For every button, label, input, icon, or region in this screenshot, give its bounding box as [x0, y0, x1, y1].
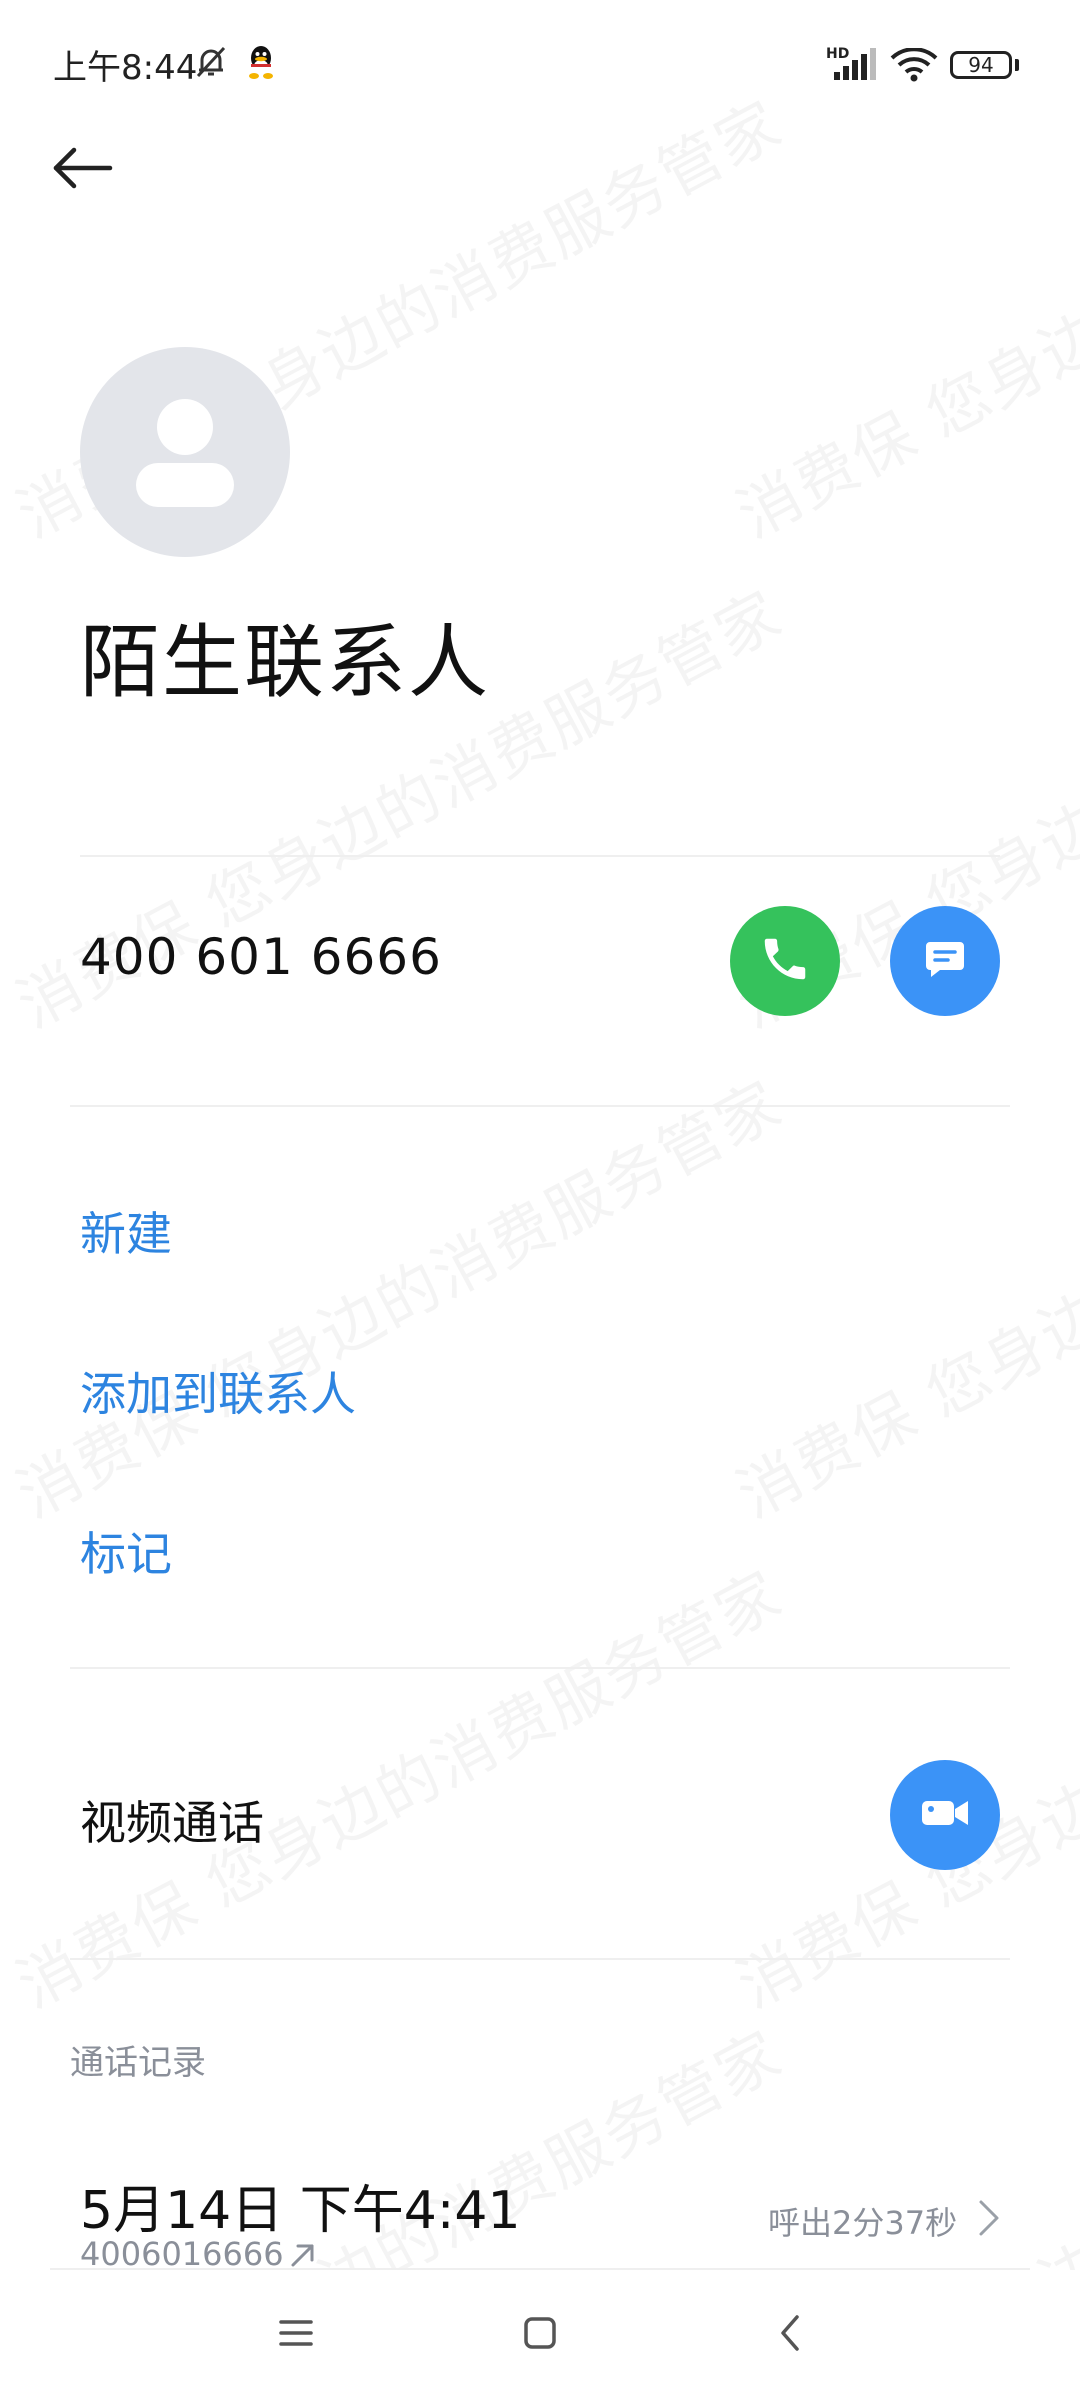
nav-home-button[interactable] — [470, 2270, 610, 2400]
message-button[interactable] — [890, 906, 1000, 1016]
watermark-text: 消费保 您身边的消费服务管家 — [719, 74, 1080, 554]
back-arrow-icon — [50, 146, 114, 194]
mark-button[interactable]: 标记 — [80, 1518, 172, 1584]
call-button[interactable] — [730, 906, 840, 1016]
message-icon — [920, 934, 970, 988]
call-log-datetime: 5月14日 下午4:41 — [80, 2181, 521, 2241]
watermark-text: 消费保 您身边的消费服务管家 — [719, 1054, 1080, 1534]
phone-number[interactable]: 400 601 6666 — [80, 928, 442, 986]
video-camera-icon — [918, 1793, 972, 1837]
avatar-head — [157, 399, 213, 455]
video-call-label: 视频通话 — [80, 1796, 264, 1850]
new-contact-button[interactable]: 新建 — [80, 1198, 172, 1264]
call-log-detail: 呼出2分37秒 — [768, 2204, 958, 2242]
call-log-item[interactable]: 5月14日 下午4:41 4006016666 呼出2分37秒 — [0, 2150, 1080, 2273]
divider — [70, 1667, 1010, 1669]
divider — [70, 1958, 1010, 1960]
chevron-right-icon — [975, 2198, 1001, 2242]
status-bar: 上午8:44 HD 94 — [0, 0, 1080, 130]
back-button[interactable] — [50, 130, 150, 210]
navigation-bar — [0, 2270, 1080, 2400]
contact-name: 陌生联系人 — [80, 616, 490, 709]
watermark-text: 消费保 您身边的消费服务管家 — [0, 1054, 795, 1534]
divider — [80, 855, 1000, 857]
signal-icon — [826, 48, 878, 86]
avatar-body — [136, 463, 234, 507]
contact-avatar — [80, 347, 290, 557]
contact-detail-screen: 消费保 您身边的消费服务管家 消费保 您身边的消费服务管家 消费保 您身边的消费… — [0, 0, 1080, 2400]
battery-icon: 94 — [950, 51, 1012, 79]
home-icon — [523, 2316, 557, 2354]
status-time: 上午8:44 — [53, 48, 198, 88]
nav-back-button[interactable] — [720, 2270, 860, 2400]
menu-icon — [278, 2318, 314, 2352]
wifi-icon — [890, 47, 938, 86]
watermark-text: 消费保 您身边的消费服务管家 — [0, 1544, 795, 2024]
qq-icon — [246, 44, 276, 84]
chevron-left-icon — [777, 2313, 803, 2357]
divider — [70, 1105, 1010, 1107]
add-to-contacts-button[interactable]: 添加到联系人 — [80, 1358, 356, 1424]
call-log-title: 通话记录 — [70, 2043, 206, 2083]
nav-menu-button[interactable] — [226, 2270, 366, 2400]
phone-icon — [758, 932, 812, 990]
video-call-button[interactable] — [890, 1760, 1000, 1870]
battery-tip — [1015, 59, 1019, 71]
bell-mute-icon — [193, 44, 229, 84]
